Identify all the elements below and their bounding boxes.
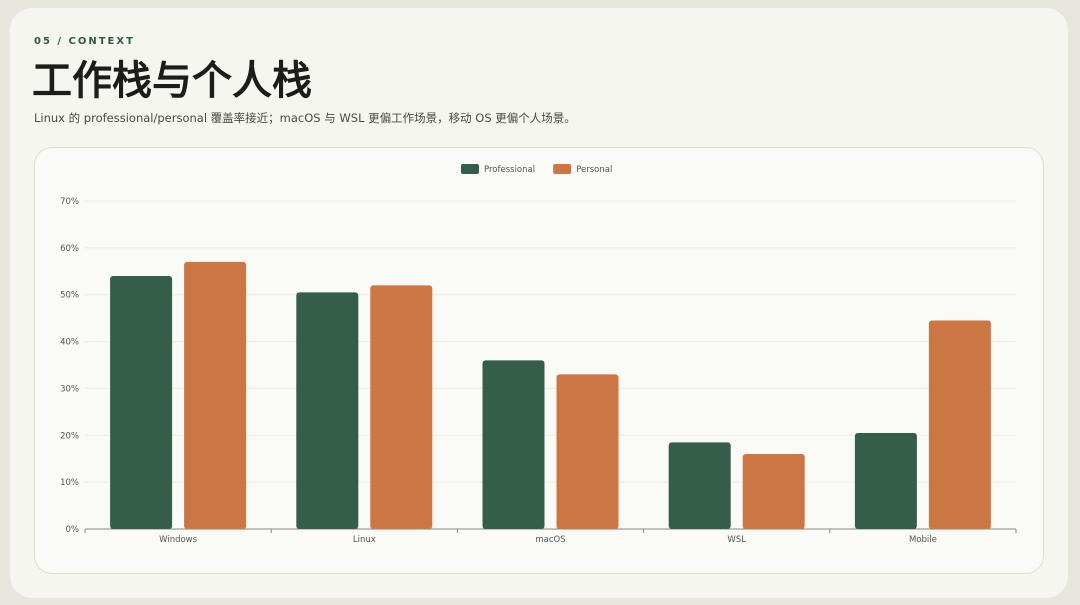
bar-chart: 0% 10% 20% 30% 40% 50% 60% 70% Windows Linux macOS… — [60, 164, 1017, 545]
bar-personal-macos — [556, 374, 619, 529]
bar-professional-windows — [110, 275, 173, 529]
x-tick-label: Windows — [159, 535, 198, 545]
y-tick-label: 0% — [66, 525, 80, 535]
y-tick-label: 10% — [60, 478, 79, 488]
bar-professional-linux — [296, 292, 359, 529]
x-tick-label: macOS — [535, 535, 565, 545]
x-tick-label: Mobile — [909, 535, 937, 545]
chart-card: 0% 10% 20% 30% 40% 50% 60% 70% Windows Linux macOS… — [34, 147, 1044, 574]
legend-swatch-personal — [553, 164, 572, 174]
legend-label-personal: Personal — [576, 165, 612, 175]
bar-professional-mobile — [854, 432, 917, 529]
x-tick-label: WSL — [727, 535, 746, 545]
bar-professional-macos — [482, 360, 545, 529]
y-tick-label: 70% — [60, 197, 79, 207]
bar-personal-mobile — [928, 320, 991, 529]
section-eyebrow: 05 / CONTEXT — [34, 36, 135, 47]
bar-personal-wsl — [742, 454, 805, 529]
y-tick-label: 20% — [60, 431, 79, 441]
y-tick-label: 50% — [60, 291, 79, 301]
slide-card: 05 / CONTEXT 工作栈与个人栈 Linux 的 professiona… — [10, 8, 1068, 598]
x-tick-label: Linux — [353, 535, 376, 545]
legend-label-professional: Professional — [484, 165, 535, 175]
bar-professional-wsl — [668, 442, 731, 529]
bar-personal-linux — [370, 285, 433, 529]
legend-swatch-professional — [461, 164, 479, 174]
bar-personal-windows — [184, 261, 247, 529]
page-subtitle: Linux 的 professional/personal 覆盖率接近；macO… — [34, 111, 576, 125]
y-tick-label: 40% — [60, 338, 79, 348]
y-tick-label: 30% — [60, 384, 79, 394]
page-title: 工作栈与个人栈 — [32, 57, 312, 104]
y-tick-label: 60% — [60, 244, 79, 254]
